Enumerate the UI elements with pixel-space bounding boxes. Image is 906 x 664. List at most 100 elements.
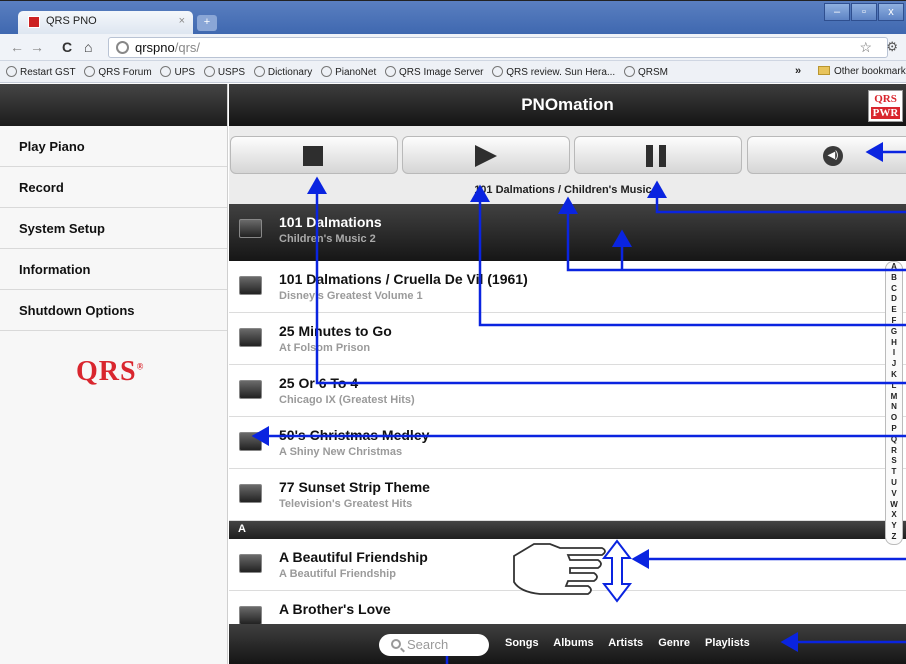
song-row[interactable]: 50's Christmas Medley A Shiny New Christ… <box>229 417 906 469</box>
bookmark-item[interactable]: QRS Image Server <box>385 66 484 78</box>
bookmark-item[interactable]: UPS <box>160 66 195 78</box>
bookmark-item[interactable]: Restart GST <box>6 66 76 78</box>
forward-arrow-icon[interactable]: → <box>30 39 44 55</box>
sidebar-item-record[interactable]: Record <box>0 167 227 208</box>
song-row[interactable]: 77 Sunset Strip Theme Television's Great… <box>229 469 906 521</box>
sidebar-item-system-setup[interactable]: System Setup <box>0 208 227 249</box>
alphabet-letter[interactable]: S <box>886 456 902 467</box>
folder-icon <box>818 66 830 75</box>
song-row[interactable]: 25 Minutes to Go At Folsom Prison <box>229 313 906 365</box>
other-bookmarks-label: Other bookmark <box>834 66 906 77</box>
bookmark-label: QRSM <box>638 67 668 78</box>
address-bar[interactable]: qrspno/qrs/ <box>108 37 888 58</box>
alphabet-letter[interactable]: B <box>886 273 902 284</box>
bookmark-item[interactable]: QRS review. Sun Hera... <box>492 66 615 78</box>
sidebar-item-play-piano[interactable]: Play Piano <box>0 126 227 167</box>
app-title-bar: PNOmation QRS PWR <box>229 84 906 126</box>
bookmark-label: Dictionary <box>267 67 313 78</box>
song-row[interactable]: 25 Or 6 To 4 Chicago IX (Greatest Hits) <box>229 365 906 417</box>
bookmark-label: QRS Image Server <box>399 67 484 78</box>
minimize-button[interactable]: – <box>824 3 850 21</box>
alphabet-letter[interactable]: Q <box>886 435 902 446</box>
wrench-icon[interactable]: ⚙ <box>886 39 898 55</box>
qrs-pwr-logo[interactable]: QRS PWR <box>868 90 903 122</box>
bookmark-label: USPS <box>217 67 246 78</box>
bookmark-icon <box>203 66 215 77</box>
alphabet-letter[interactable]: Z <box>886 532 902 543</box>
logo-bottom-text: PWR <box>871 107 900 119</box>
globe-icon <box>116 41 129 54</box>
url-path: /qrs/ <box>174 40 201 55</box>
piano-roll-icon <box>239 606 262 624</box>
alphabet-letter[interactable]: U <box>886 478 902 489</box>
bookmark-star-icon[interactable]: ☆ <box>859 39 872 56</box>
alphabet-letter[interactable]: P <box>886 424 902 435</box>
nav-genre[interactable]: Genre <box>658 637 690 649</box>
alphabet-letter[interactable]: T <box>886 467 902 478</box>
browser-tab[interactable]: QRS PNO × <box>18 11 193 35</box>
nav-albums[interactable]: Albums <box>553 637 593 649</box>
alphabet-letter[interactable]: L <box>886 381 902 392</box>
nav-artists[interactable]: Artists <box>608 637 643 649</box>
alphabet-letter[interactable]: D <box>886 294 902 305</box>
alphabet-index[interactable]: ABCDEFGHIJKLMNOPQRSTUVWXYZ <box>885 261 903 545</box>
piano-roll-icon <box>239 432 262 451</box>
bookmark-icon <box>492 66 504 77</box>
nav-playlists[interactable]: Playlists <box>705 637 750 649</box>
alphabet-letter[interactable]: A <box>886 262 902 273</box>
new-tab-button[interactable]: + <box>197 15 217 31</box>
alphabet-letter[interactable]: X <box>886 510 902 521</box>
bookmarks-overflow-button[interactable]: » <box>795 65 801 77</box>
song-album: A Beautiful Friendship <box>279 568 396 580</box>
alphabet-letter[interactable]: O <box>886 413 902 424</box>
alphabet-letter[interactable]: I <box>886 348 902 359</box>
volume-button[interactable]: ◀) <box>747 136 906 174</box>
tab-title: QRS PNO <box>46 15 97 27</box>
alphabet-letter[interactable]: H <box>886 338 902 349</box>
alphabet-letter[interactable]: N <box>886 402 902 413</box>
song-row[interactable]: 101 Dalmations / Cruella De Vil (1961) D… <box>229 261 906 313</box>
close-window-button[interactable]: x <box>878 3 904 21</box>
nav-songs[interactable]: Songs <box>505 637 539 649</box>
bottom-nav-bar: Search Songs Albums Artists Genre Playli… <box>229 624 906 664</box>
tab-close-icon[interactable]: × <box>179 15 185 27</box>
back-arrow-icon[interactable]: ← <box>10 39 24 55</box>
bookmark-icon <box>385 66 397 77</box>
alphabet-letter[interactable]: V <box>886 489 902 500</box>
sidebar-item-shutdown-options[interactable]: Shutdown Options <box>0 290 227 331</box>
bookmark-item[interactable]: QRSM <box>624 66 668 78</box>
bookmark-icon <box>160 66 172 77</box>
play-button[interactable] <box>402 136 570 174</box>
alphabet-letter[interactable]: M <box>886 392 902 403</box>
bookmark-icon <box>624 66 635 77</box>
song-title: 50's Christmas Medley <box>279 427 430 443</box>
song-album: At Folsom Prison <box>279 342 371 354</box>
bookmark-item[interactable]: QRS Forum <box>84 66 152 78</box>
search-input[interactable]: Search <box>379 634 489 656</box>
alphabet-letter[interactable]: W <box>886 500 902 511</box>
url-host: qrspno <box>135 40 175 55</box>
reload-icon[interactable]: C <box>62 39 72 55</box>
pause-button[interactable] <box>574 136 742 174</box>
alphabet-letter[interactable]: R <box>886 446 902 457</box>
home-icon[interactable]: ⌂ <box>84 39 92 55</box>
bookmark-item[interactable]: USPS <box>203 66 246 78</box>
alphabet-letter[interactable]: C <box>886 284 902 295</box>
alphabet-letter[interactable]: G <box>886 327 902 338</box>
bookmark-item[interactable]: PianoNet <box>321 66 376 78</box>
alphabet-letter[interactable]: Y <box>886 521 902 532</box>
alphabet-letter[interactable]: E <box>886 305 902 316</box>
sidebar-item-information[interactable]: Information <box>0 249 227 290</box>
piano-roll-icon <box>239 484 262 503</box>
bookmark-icon <box>253 66 265 77</box>
other-bookmarks[interactable]: Other bookmark <box>818 66 906 77</box>
alphabet-letter[interactable]: F <box>886 316 902 327</box>
stop-button[interactable] <box>230 136 398 174</box>
alphabet-letter[interactable]: K <box>886 370 902 381</box>
song-row-current[interactable]: 101 Dalmations Children's Music 2 <box>229 204 906 261</box>
bookmark-item[interactable]: Dictionary <box>253 66 313 78</box>
maximize-button[interactable]: ▫ <box>851 3 877 21</box>
qrs-logo: QRS® <box>76 356 144 388</box>
song-album: Disney's Greatest Volume 1 <box>279 290 423 302</box>
alphabet-letter[interactable]: J <box>886 359 902 370</box>
